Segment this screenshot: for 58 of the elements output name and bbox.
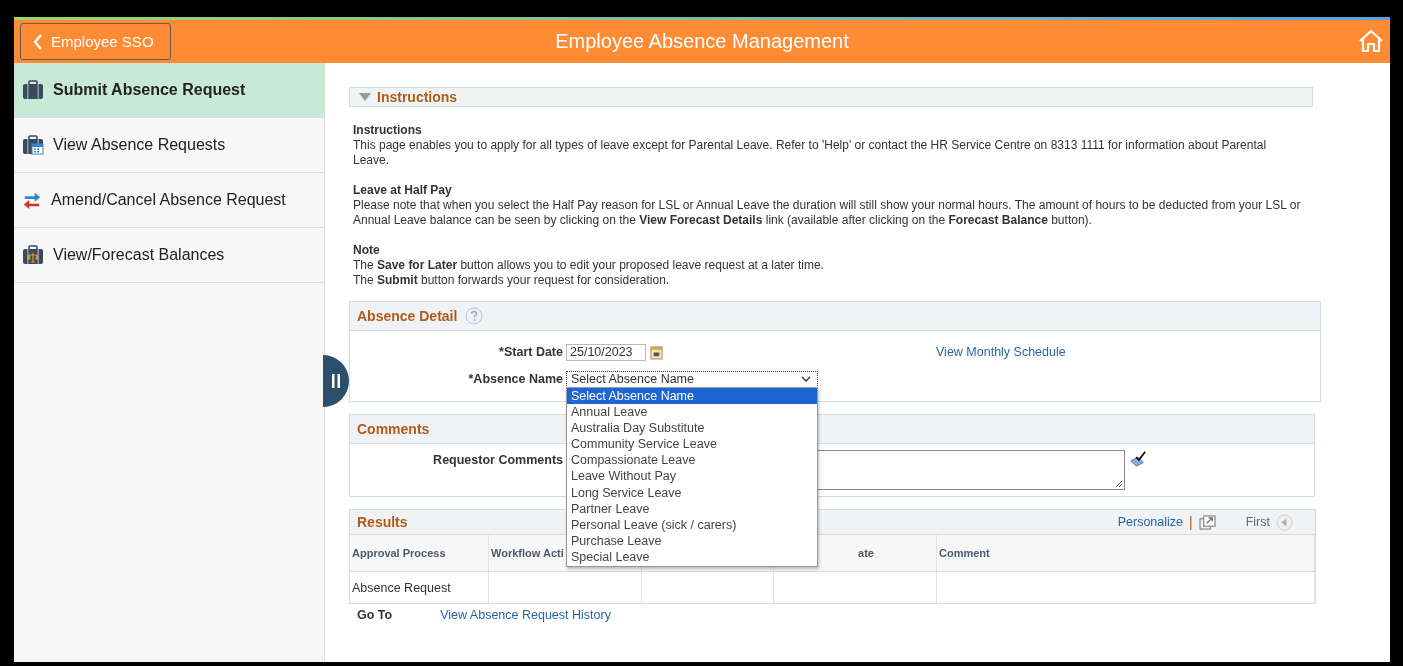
dropdown-option[interactable]: Partner Leave (567, 500, 817, 517)
paragraph-heading: Note (353, 243, 381, 258)
spell-check-icon[interactable] (1129, 450, 1147, 468)
chevron-down-icon (801, 376, 811, 382)
table-cell: Absence Request (352, 580, 451, 595)
absence-history-link[interactable]: View Absence Request History (440, 608, 611, 622)
collapse-handle[interactable] (323, 355, 349, 407)
paragraph-heading: Instructions (353, 123, 423, 138)
dropdown-option[interactable]: Australia Day Substitute (567, 419, 817, 437)
pause-bars-icon (331, 373, 341, 389)
column-header: Comment (939, 547, 990, 559)
swap-arrows-icon (22, 190, 42, 210)
dropdown-option[interactable]: Leave Without Pay (567, 468, 817, 485)
home-icon[interactable] (1358, 29, 1384, 53)
dropdown-option[interactable]: Community Service Leave (567, 436, 817, 453)
dropdown-option[interactable]: Purchase Leave (567, 533, 817, 550)
instructions-header[interactable]: Instructions (349, 87, 1313, 107)
section-title: Absence Detail (357, 308, 458, 324)
paragraph: The Submit button forwards your request for consideration. (353, 273, 671, 288)
paragraph: This page enables you to apply for all types of leave except for Parental Leave. Refer to 'Help' or contact the HR Service Centre on 8313 1111 for information about Parental Leave. (353, 138, 1268, 168)
dropdown-option[interactable]: Compassionate Leave (567, 452, 817, 469)
sidebar-item[interactable]: View/Forecast Balances (14, 228, 324, 283)
paragraph: The Save for Later button allows you to edit your proposed leave request at a later time. (353, 258, 825, 273)
column-header: ate (858, 547, 874, 559)
page-title: Employee Absence Management (555, 30, 849, 53)
dropdown-option[interactable]: Annual Leave (567, 403, 817, 420)
first-label: First (1245, 515, 1270, 529)
paragraph: Please note that when you select the Half Pay reason for LSL or Annual Leave the duration will still show your normal hours. The amount of hours to be deducted from your LSL or Annual Leave balance can be seen by clicking on the View Forecast Details link (available after clicking on the Forecast Balance button). (353, 198, 1302, 228)
resize-grip-icon[interactable] (1115, 480, 1123, 488)
column-header: Approval Process (352, 547, 446, 559)
paragraph-heading: Leave at Half Pay (353, 183, 453, 198)
sidebar-item[interactable]: View Absence Requests (14, 118, 324, 173)
sidebar-item[interactable]: Amend/Cancel Absence Request (14, 173, 324, 228)
collapse-triangle-icon (359, 93, 371, 101)
previous-icon[interactable] (1276, 513, 1293, 531)
briefcase-calendar-icon (22, 135, 44, 155)
briefcase-icon (22, 80, 44, 100)
briefcase-scale-icon (22, 245, 44, 265)
section-title: Comments (357, 421, 430, 437)
view-monthly-schedule-link[interactable]: View Monthly Schedule (936, 345, 1066, 359)
field-label: Requestor Comments (432, 453, 564, 467)
dropdown-option[interactable]: Select Absence Name (567, 387, 817, 404)
sidebar-item[interactable]: Submit Absence Request (14, 63, 324, 118)
date-field[interactable]: 25/10/2023 (566, 343, 646, 361)
separator: | (1189, 514, 1193, 530)
new-window-icon[interactable] (1198, 514, 1216, 530)
chevron-left-icon (33, 33, 43, 50)
section-title: Results (357, 514, 408, 530)
dropdown-option[interactable]: Long Service Leave (567, 484, 817, 501)
dropdown-option[interactable]: Personal Leave (sick / carers) (567, 517, 817, 534)
dropdown-option[interactable]: Special Leave (567, 549, 817, 566)
calendar-icon[interactable] (650, 344, 663, 360)
field-label: *Absence Name (467, 372, 564, 386)
section-title: Instructions (377, 89, 458, 105)
go-to-label: Go To (357, 608, 393, 622)
personalize-link[interactable]: Personalize (1117, 515, 1184, 529)
column-header: Workflow Acti (491, 547, 564, 559)
field-label: *Start Date (498, 345, 564, 359)
